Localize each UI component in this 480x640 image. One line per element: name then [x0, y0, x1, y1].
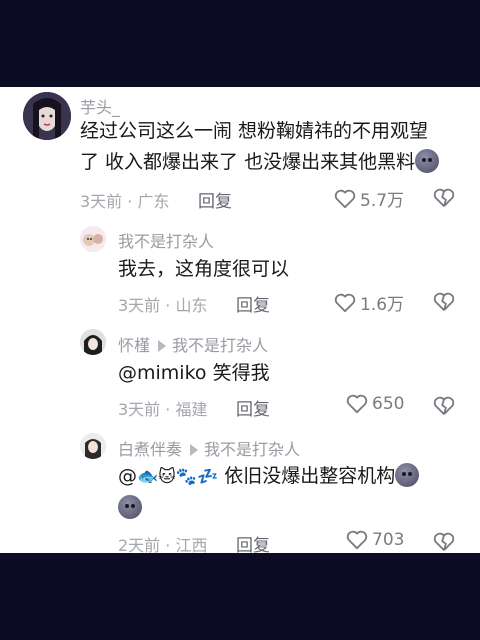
like-button[interactable]: 5.7万: [334, 186, 404, 211]
avatar[interactable]: [80, 433, 106, 459]
comment-text-line-1: 经过公司这么一闹 想粉鞠婧祎的不用观望: [80, 120, 429, 142]
comment-text: 经过公司这么一闹 想粉鞠婧祎的不用观望 了 收入都爆出来了 也没爆出来其他黑料: [80, 116, 470, 178]
reply-button[interactable]: 回复: [198, 187, 232, 212]
username-text: 怀槿: [118, 336, 151, 355]
mention-link[interactable]: @: [118, 465, 137, 487]
like-count: 5.7万: [360, 191, 405, 211]
timestamp-location: 3天前 · 山东: [118, 296, 208, 315]
heart-outline-icon: [346, 394, 368, 414]
heart-outline-icon: [334, 189, 356, 208]
dislike-button[interactable]: [433, 532, 455, 553]
like-button[interactable]: 650: [346, 394, 404, 414]
dislike-button[interactable]: [433, 292, 455, 316]
dislike-button[interactable]: [433, 188, 455, 212]
timestamp-location: 3天前 · 福建: [118, 400, 208, 419]
dark-face-emoji: [118, 495, 142, 519]
comment-text: @mimiko 笑得我: [118, 358, 270, 389]
reply-button[interactable]: 回复: [236, 531, 270, 553]
broken-heart-icon: [433, 292, 455, 311]
broken-heart-icon: [433, 532, 455, 551]
emoji-sequence: 🐟🐱🐾💤: [137, 467, 219, 487]
reply-button[interactable]: 回复: [236, 291, 270, 316]
like-count: 1.6万: [360, 295, 405, 315]
reply-to-username[interactable]: 我不是打杂人: [172, 336, 268, 355]
comment-text-line-2-text: 了 收入都爆出来了 也没爆出来其他黑料: [80, 151, 416, 173]
arrow-right-icon: [158, 340, 167, 352]
broken-heart-icon: [433, 188, 455, 207]
comment-text-line-2: [118, 493, 458, 524]
heart-outline-icon: [334, 293, 356, 312]
like-button[interactable]: 703: [346, 530, 404, 550]
dislike-button[interactable]: [433, 396, 455, 420]
dark-face-emoji: [395, 463, 420, 487]
arrow-right-icon: [190, 444, 199, 456]
comment-text: @🐟🐱🐾💤 依旧没爆出整容机构: [118, 461, 458, 524]
comment-panel: 芋头_ 经过公司这么一闹 想粉鞠婧祎的不用观望 了 收入都爆出来了 也没爆出来其…: [0, 87, 480, 553]
mention-link[interactable]: @mimiko: [118, 362, 207, 384]
like-count: 703: [372, 530, 405, 550]
comment-text-line-2: 了 收入都爆出来了 也没爆出来其他黑料: [80, 147, 470, 178]
avatar[interactable]: [80, 226, 106, 252]
username[interactable]: 我不是打杂人: [118, 228, 214, 252]
comment-text-body: 依旧没爆出整容机构: [224, 465, 396, 487]
username[interactable]: 白煮伴奏 我不是打杂人: [118, 436, 300, 460]
reply-to-username[interactable]: 我不是打杂人: [204, 440, 300, 459]
username-text: 白煮伴奏: [118, 440, 183, 459]
like-button[interactable]: 1.6万: [334, 290, 404, 315]
comment-text: 我去，这角度很可以: [118, 258, 290, 280]
avatar[interactable]: [80, 329, 106, 355]
comment-text-line-1: @🐟🐱🐾💤 依旧没爆出整容机构: [118, 461, 458, 493]
broken-heart-icon: [433, 396, 455, 415]
like-count: 650: [372, 394, 405, 414]
timestamp-location: 2天前 · 江西: [118, 536, 208, 553]
username[interactable]: 芋头_: [80, 94, 120, 118]
reply-button[interactable]: 回复: [236, 395, 270, 420]
comment-text-body: 笑得我: [212, 362, 270, 384]
username[interactable]: 怀槿 我不是打杂人: [118, 332, 268, 356]
timestamp-location: 3天前 · 广东: [80, 192, 170, 211]
avatar[interactable]: [23, 92, 71, 140]
heart-outline-icon: [346, 530, 368, 550]
dark-face-emoji: [415, 149, 440, 173]
